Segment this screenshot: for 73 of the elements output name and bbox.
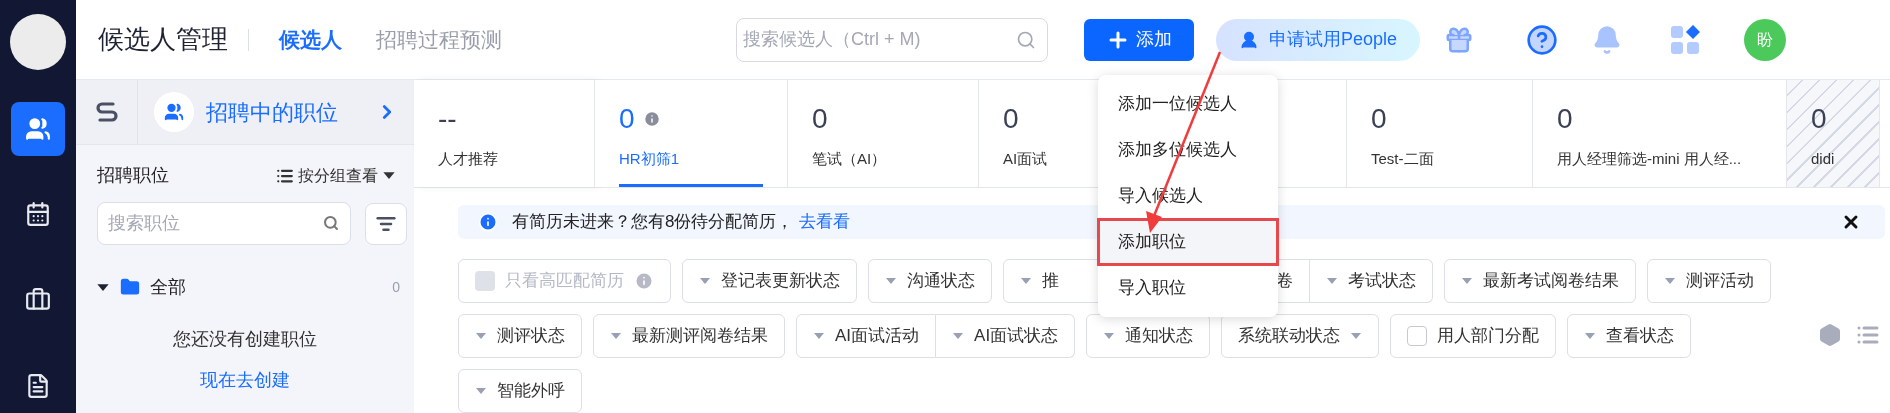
nav-item[interactable] [11,101,65,156]
stage-count: 0 [1811,102,1827,136]
filter-dropdown[interactable]: 通知状态 [1086,314,1211,358]
create-link[interactable]: 现在去创建 [200,367,290,394]
caret-icon [1461,277,1473,285]
filter-checkbox[interactable]: 用人部门分配 [1390,314,1557,358]
stage-count: 0 [1557,102,1573,136]
search-field[interactable]: 搜索职位 [97,202,351,245]
stage-card[interactable]: -- 人才推荐 [414,80,595,187]
stage-label: Test-二面 [1371,149,1434,169]
stage-label: 人才推荐 [438,149,498,169]
caret-icon [610,332,622,340]
folder-icon [120,277,140,297]
filter-dropdown[interactable]: 登记表更新状态 [682,259,857,303]
filter-dropdown[interactable]: 系统联动状态 [1221,314,1380,358]
menu-item[interactable]: 添加职位 [1098,219,1278,265]
help-icon[interactable] [1526,23,1558,56]
filter-button[interactable] [365,202,407,245]
filter-dropdown[interactable]: 考试状态 [1310,259,1433,303]
filter-dropdown[interactable]: 智能外呼 [458,369,582,413]
filter-dropdown[interactable]: 测评活动 [1647,259,1771,303]
notice-link[interactable]: 去看看 [799,209,851,235]
caret-icon [382,171,396,180]
trial-button[interactable]: 申请试用People [1216,18,1420,61]
info-icon [478,212,498,232]
caret-icon [475,332,487,340]
filter-dropdown[interactable]: 测评状态 [458,314,582,358]
caret-icon [475,387,487,395]
page-title: 候选人管理 [98,23,228,56]
search-icon [1016,29,1036,50]
add-button[interactable]: 添加 [1084,18,1194,61]
people-icon [164,102,184,122]
notice-text: 有简历未进来？您有8份待分配简历， [512,211,794,234]
user-icon [1238,29,1259,50]
caret-icon [1584,332,1597,340]
people-icon [25,115,51,142]
stage-label: 用人经理筛选-mini 用人经... [1557,149,1742,169]
checkbox[interactable] [1407,326,1428,346]
tree-item[interactable]: 全部 0 [90,268,414,306]
search-field[interactable]: 搜索候选人（Ctrl + M) [736,17,1048,62]
calendar-icon [25,201,51,228]
filter-dropdown[interactable]: 最新考试阅卷结果 [1444,259,1636,303]
tab[interactable]: 候选人 [279,23,342,56]
empty-text: 您还没有创建职位 [173,328,317,351]
stage-count: 0 [1371,102,1387,136]
caret-icon [699,277,711,285]
filter-dropdown[interactable]: 查看状态 [1567,314,1692,358]
document-icon [25,373,51,400]
stage-count: 0 [812,102,828,136]
filter-dropdown[interactable]: AI面试状态 [936,314,1076,358]
stage-label: AI面试 [1003,149,1048,169]
search-icon [323,215,339,231]
stage-count: -- [438,102,457,136]
item-count: 0 [392,277,400,297]
caret-icon [1020,277,1032,285]
filter-dropdown[interactable]: AI面试活动 [796,314,937,358]
stage-count: 0 [1003,102,1019,136]
stage-count: 0 [619,102,635,136]
caret-icon[interactable] [96,282,110,292]
caret-icon [1664,277,1676,285]
caret-icon [885,277,897,285]
section-label: 招聘职位 [97,164,169,187]
apps-icon[interactable] [1670,24,1700,55]
stage-label: 笔试（AI） [812,149,887,169]
caret-icon [1350,332,1363,340]
user-avatar[interactable] [10,14,66,70]
stage-label: HR初筛1 [619,149,679,169]
caret-icon [1103,332,1116,340]
filter-dropdown[interactable]: 最新测评阅卷结果 [593,314,785,358]
route-icon[interactable] [94,100,119,124]
filter-dropdown[interactable]: 沟通状态 [868,259,992,303]
group-view-button[interactable]: 按分组查看 [276,163,396,188]
stage-label: didi [1811,149,1835,169]
